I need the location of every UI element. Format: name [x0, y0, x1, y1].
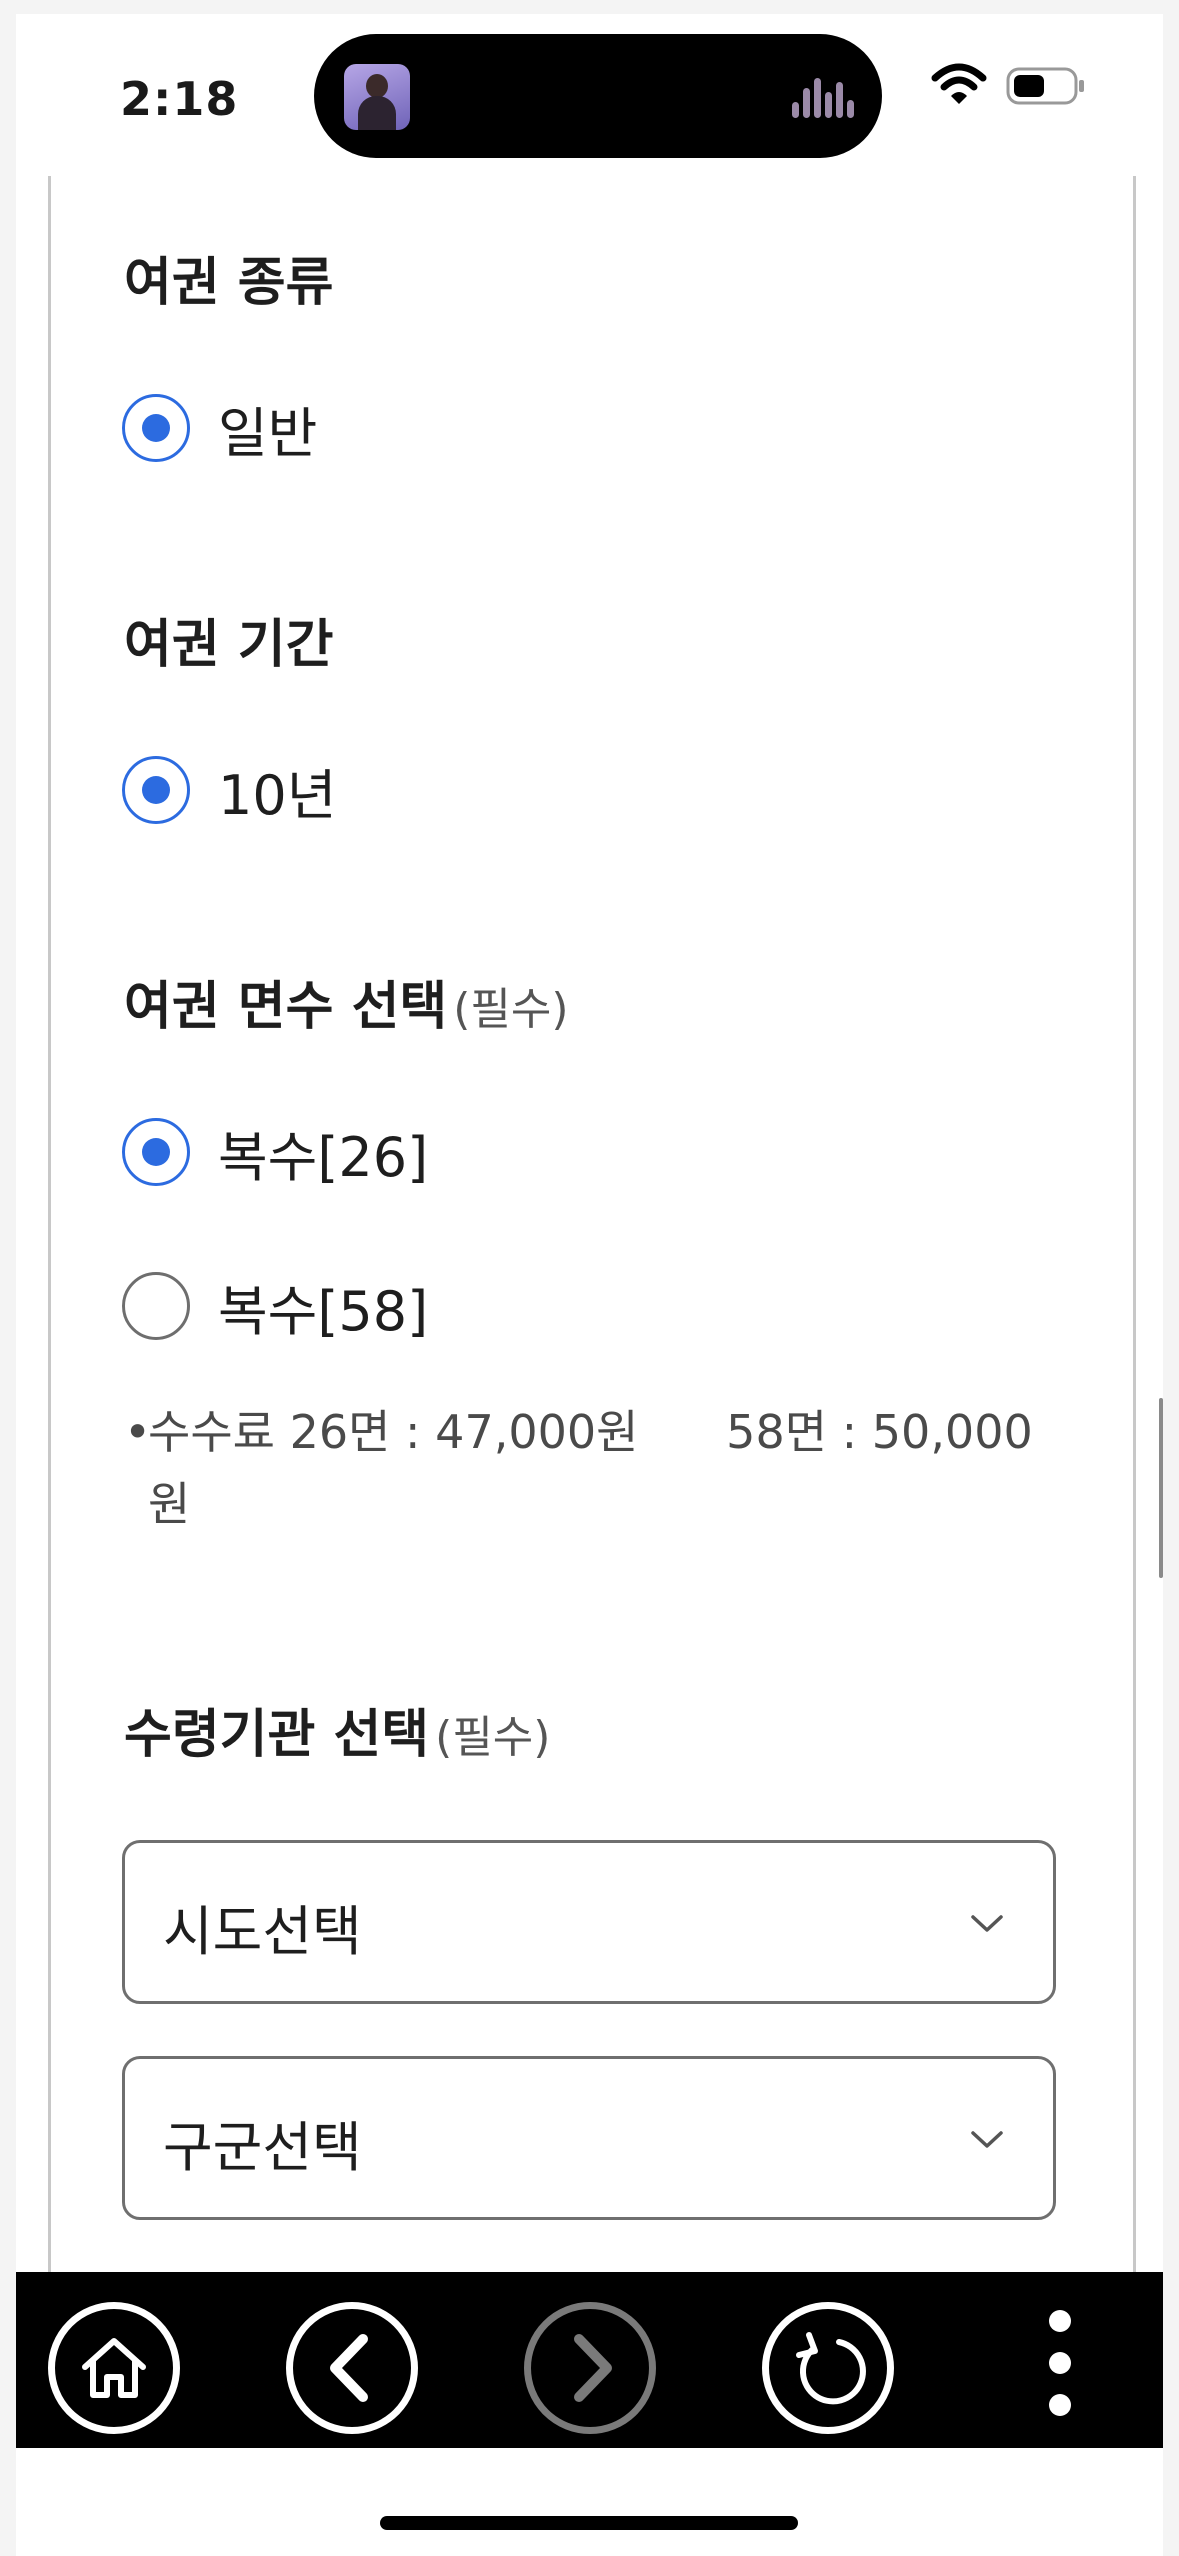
status-bar: 2:18 — [16, 14, 1163, 164]
frame-right — [1163, 0, 1179, 2556]
refresh-icon — [796, 2332, 866, 2405]
radio-button[interactable] — [122, 394, 190, 462]
more-menu-button[interactable] — [1040, 2310, 1080, 2420]
province-select[interactable]: 시도선택 — [122, 1840, 1056, 2004]
radio-passport-type-general[interactable]: 일반 — [122, 390, 317, 466]
required-marker: (필수) — [453, 984, 569, 1035]
radio-page-count-26[interactable]: 복수[26] — [122, 1114, 428, 1190]
forward-icon — [574, 2334, 612, 2402]
now-playing-artwork — [344, 64, 410, 130]
district-select[interactable]: 구군선택 — [122, 2056, 1056, 2220]
bullet-icon: • — [124, 1405, 152, 1459]
home-icon — [82, 2338, 146, 2398]
passport-type-title: 여권 종류 — [124, 253, 334, 313]
radio-passport-period-10y[interactable]: 10년 — [122, 752, 336, 828]
office-title: 수령기관 선택 (필수) — [124, 1705, 551, 1765]
frame-left — [0, 0, 16, 2556]
page-count-title: 여권 면수 선택 (필수) — [124, 977, 569, 1037]
chevron-down-icon — [971, 2131, 1003, 2148]
refresh-button[interactable] — [762, 2302, 894, 2434]
province-select-value: 시도선택 — [163, 1900, 362, 1963]
radio-page-count-58[interactable]: 복수[58] — [122, 1268, 428, 1344]
fee-note: • 수수료 26면 : 47,000원 58면 : 50,000 원 — [124, 1396, 1044, 1540]
radio-button[interactable] — [122, 756, 190, 824]
back-icon — [330, 2334, 368, 2402]
district-select-value: 구군선택 — [163, 2116, 362, 2179]
radio-button[interactable] — [122, 1272, 190, 1340]
radio-label: 복수[58] — [218, 1279, 429, 1343]
dynamic-island[interactable] — [314, 34, 882, 158]
radio-button[interactable] — [122, 1118, 190, 1186]
back-button[interactable] — [286, 2302, 418, 2434]
chevron-down-icon — [971, 1915, 1003, 1932]
radio-label: 복수[26] — [218, 1125, 429, 1189]
passport-period-title: 여권 기간 — [124, 615, 334, 675]
scrollbar[interactable] — [1159, 1398, 1163, 1578]
status-time: 2:18 — [120, 72, 239, 126]
home-indicator[interactable] — [380, 2516, 798, 2530]
audio-waveform-icon — [792, 78, 854, 118]
more-icon — [1049, 2310, 1071, 2332]
fee-note-text: 수수료 26면 : 47,000원 58면 : 50,000 원 — [148, 1405, 1033, 1531]
wifi-icon — [931, 63, 987, 104]
radio-label: 10년 — [218, 763, 337, 827]
battery-icon — [1006, 67, 1084, 105]
frame-top — [0, 0, 1179, 14]
home-button[interactable] — [48, 2302, 180, 2434]
radio-label: 일반 — [218, 401, 318, 465]
browser-toolbar — [16, 2272, 1163, 2448]
required-marker: (필수) — [435, 1712, 551, 1763]
forward-button[interactable] — [524, 2302, 656, 2434]
